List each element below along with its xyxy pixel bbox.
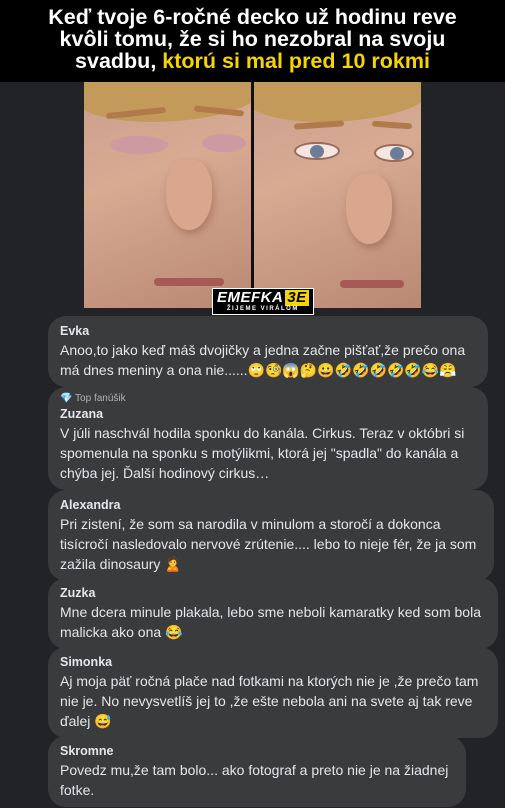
meme-caption: Keď tvoje 6-ročné decko už hodinu reve k… <box>0 0 505 82</box>
caption-line-3-plain: svadbu, <box>75 49 157 73</box>
comment-bubble[interactable]: Skromne Povedz mu,že tam bolo... ako fot… <box>48 736 466 807</box>
emefka-logo: EMEFKA 3E ŽIJEME VIRÁLOM <box>212 288 314 315</box>
logo-subtitle: ŽIJEME VIRÁLOM <box>226 306 299 312</box>
caption-line-1: Keď tvoje 6-ročné decko už hodinu reve <box>48 5 457 29</box>
caption-line-2: kvôli tomu, že si ho nezobral na svoju <box>59 27 446 51</box>
comment-bubble[interactable]: Evka Anoo,to jako keď máš dvojičky a jed… <box>48 316 488 387</box>
comment-text: Povedz mu,že tam bolo... ako fotograf a … <box>60 762 449 798</box>
comment-bubble[interactable]: Alexandra Pri zistení, že som sa narodil… <box>48 490 494 581</box>
comment-text: Aj moja päť ročná plače nad fotkami na k… <box>60 673 479 729</box>
comment-text: Anoo,to jako keď máš dvojičky a jedna za… <box>60 342 466 378</box>
comment-author[interactable]: Zuzka <box>60 586 486 601</box>
caption-line-3: svadbu, ktorú si mal pred 10 rokmi <box>0 50 505 72</box>
face-eyes-open <box>254 82 421 308</box>
comment-text: Pri zistení, že som sa narodila v minulo… <box>60 516 477 572</box>
comment-bubble[interactable]: Simonka Aj moja päť ročná plače nad fotk… <box>48 647 498 738</box>
logo-text: EMEFKA <box>217 289 284 306</box>
comment-bubble[interactable]: Zuzka Mne dcera minule plakala, lebo sme… <box>48 578 498 649</box>
comment-text: V júli naschvál hodila sponku do kanála.… <box>60 425 465 481</box>
caption-highlight: ktorú si mal pred 10 rokmi <box>162 49 430 73</box>
comment-text: Mne dcera minule plakala, lebo sme nebol… <box>60 604 481 640</box>
face-eyes-closed <box>84 82 251 308</box>
logo-badge: 3E <box>285 289 309 306</box>
comment-author[interactable]: Alexandra <box>60 498 482 513</box>
meme-image <box>84 82 421 308</box>
comment-author[interactable]: Zuzana <box>60 407 476 422</box>
comment-author[interactable]: Evka <box>60 324 476 339</box>
top-fan-badge: 💎 Top fanúšik <box>60 393 126 404</box>
comment-author[interactable]: Skromne <box>60 744 454 759</box>
comment-author[interactable]: Simonka <box>60 655 486 670</box>
comment-bubble[interactable]: 💎 Top fanúšik Zuzana V júli naschvál hod… <box>48 387 488 490</box>
